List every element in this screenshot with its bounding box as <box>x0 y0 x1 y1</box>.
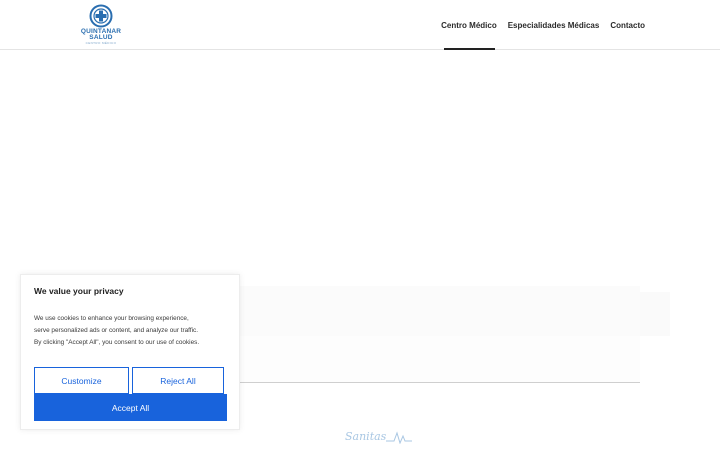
heartbeat-line-icon <box>386 431 413 444</box>
cookie-description-line: By clicking "Accept All", you consent to… <box>34 339 200 346</box>
cookie-description-line: We use cookies to enhance your browsing … <box>34 315 189 322</box>
site-header: QUINTANAR SALUD CENTRO MÉDICO Centro Méd… <box>0 0 720 50</box>
logo-tagline: CENTRO MÉDICO <box>85 41 117 45</box>
site-logo[interactable]: QUINTANAR SALUD CENTRO MÉDICO <box>76 4 126 46</box>
partner-logo-sanitas: Sanitas <box>345 430 413 444</box>
reject-all-button[interactable]: Reject All <box>132 367 224 394</box>
cookie-description: We use cookies to enhance your browsing … <box>34 313 234 349</box>
content-block <box>240 286 640 336</box>
cookie-consent-banner: We value your privacy We use cookies to … <box>20 274 240 430</box>
nav-contacto[interactable]: Contacto <box>610 0 645 50</box>
accept-all-button[interactable]: Accept All <box>34 394 227 421</box>
partner-name: Sanitas <box>345 430 387 443</box>
cross-in-circle-icon <box>89 4 113 28</box>
main-nav: Centro Médico Especialidades Médicas Con… <box>441 0 645 50</box>
divider <box>240 382 640 383</box>
customize-button[interactable]: Customize <box>34 367 129 394</box>
content-block-lower <box>240 336 640 382</box>
cookie-description-line: serve personalized ads or content, and a… <box>34 327 199 334</box>
nav-centro-medico[interactable]: Centro Médico <box>441 0 497 50</box>
page: QUINTANAR SALUD CENTRO MÉDICO Centro Méd… <box>0 0 720 450</box>
nav-especialidades-medicas[interactable]: Especialidades Médicas <box>508 0 600 50</box>
content-block-side <box>640 292 670 336</box>
cookie-title: We value your privacy <box>34 286 124 296</box>
